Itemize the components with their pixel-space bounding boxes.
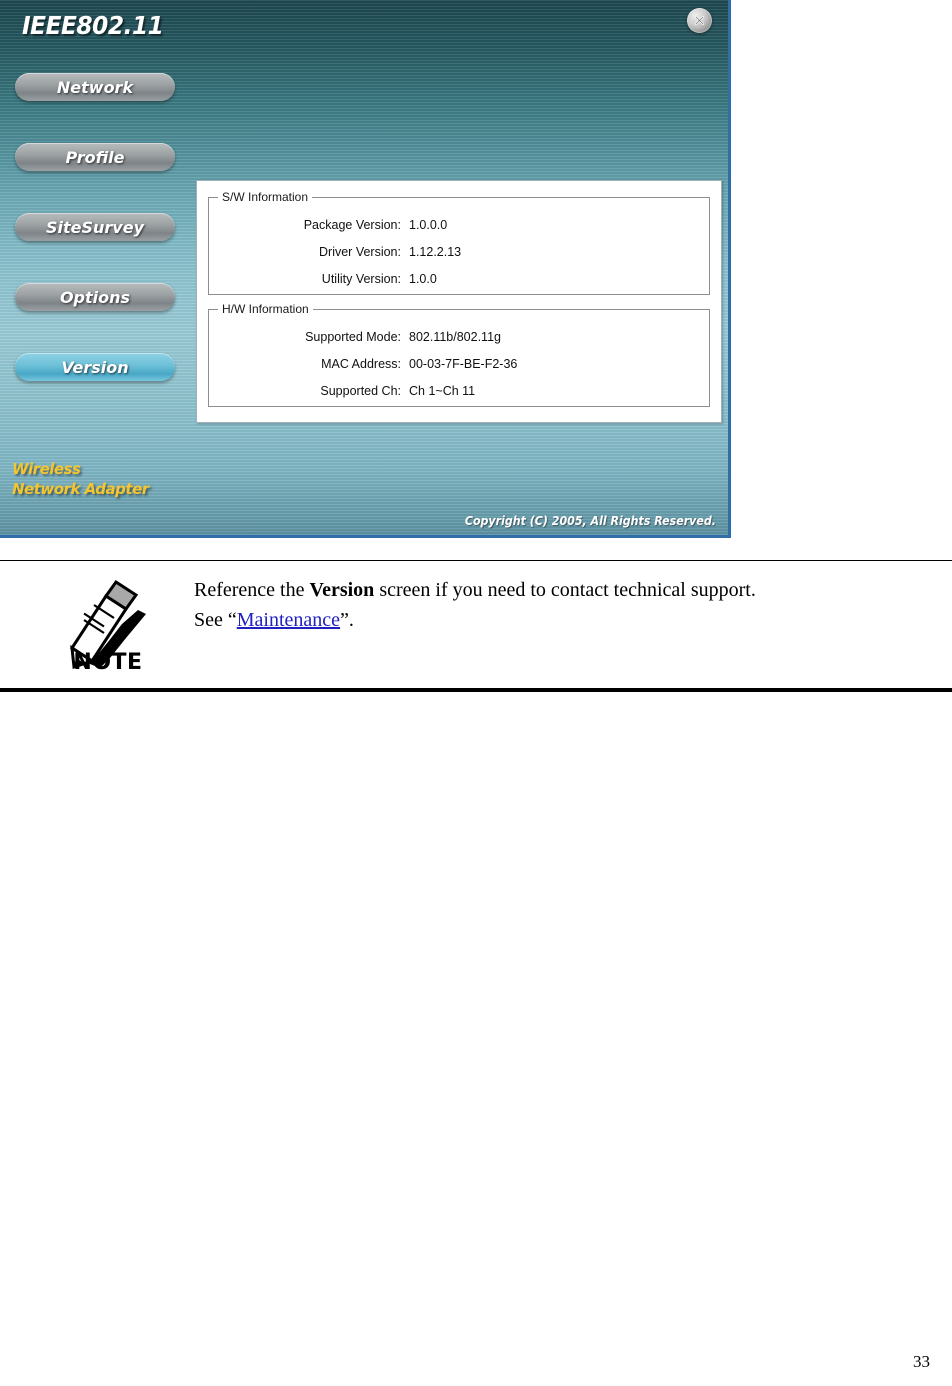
sw-row-package-version: Package Version: 1.0.0.0 [209,212,709,238]
sidebar-item-version-label: Version [61,357,129,377]
supported-ch-value: Ch 1~Ch 11 [409,384,476,398]
package-version-label: Package Version: [303,218,401,232]
note-line-2: See “Maintenance”. [194,605,894,635]
package-version-value: 1.0.0.0 [409,218,448,232]
note-divider-bottom [0,688,952,692]
supported-mode-value: 802.11b/802.11g [409,330,501,344]
page-number: 33 [913,1352,930,1371]
sw-row-driver-version: Driver Version: 1.12.2.13 [209,239,709,265]
note-line1-prefix: Reference the [194,579,310,601]
hw-row-mac-address: MAC Address: 00-03-7F-BE-F2-36 [209,351,709,377]
sidebar-item-network[interactable]: Network [15,73,175,101]
sidebar-item-options[interactable]: Options [15,283,175,311]
sidebar-item-profile-label: Profile [65,147,125,167]
note-line1-suffix: screen if you need to contact technical … [374,579,756,601]
driver-version-value: 1.12.2.13 [409,245,462,259]
note-text: Reference the Version screen if you need… [194,575,894,635]
hw-row-supported-mode: Supported Mode: 802.11b/802.11g [209,324,709,350]
maintenance-link[interactable]: Maintenance [237,609,340,631]
sw-information-legend: S/W Information [218,190,313,204]
note-divider-top [0,560,952,561]
brand-tagline: Wireless Network Adapter [12,459,192,499]
sw-information-group: S/W Information Package Version: 1.0.0.0… [208,190,710,295]
note-line-1: Reference the Version screen if you need… [194,575,894,605]
note-line1-bold: Version [309,579,375,601]
driver-version-label: Driver Version: [319,245,401,259]
sidebar-item-profile[interactable]: Profile [15,143,175,171]
sidebar-item-options-label: Options [59,287,131,307]
brand-logo: IEEE802.11 [22,11,164,40]
supported-mode-label: Supported Mode: [305,330,401,344]
close-icon [694,15,705,26]
note-icon-label: NOTE [73,650,143,675]
supported-ch-label: Supported Ch: [320,384,401,398]
information-panel: S/W Information Package Version: 1.0.0.0… [196,180,722,423]
mac-address-label: MAC Address: [321,357,401,371]
mac-address-value: 00-03-7F-BE-F2-36 [409,357,518,371]
note-line2-suffix: ”. [340,609,354,631]
brand-tagline-line2: Network Adapter [12,480,149,498]
hw-information-legend: H/W Information [218,302,313,316]
hw-information-group: H/W Information Supported Mode: 802.11b/… [208,302,710,407]
hw-row-supported-ch: Supported Ch: Ch 1~Ch 11 [209,378,709,404]
utility-version-value: 1.0.0 [409,272,437,286]
close-button[interactable] [687,8,712,33]
sidebar-item-sitesurvey[interactable]: SiteSurvey [15,213,175,241]
sidebar-item-network-label: Network [56,77,134,97]
brand-tagline-line1: Wireless [12,460,81,478]
utility-version-label: Utility Version: [321,272,401,286]
sw-row-utility-version: Utility Version: 1.0.0 [209,266,709,292]
wireless-utility-window: IEEE802.11 Network Profile SiteSurvey Op… [0,0,731,538]
copyright-text: Copyright (C) 2005, All Rights Reserved. [464,514,716,528]
sidebar-item-version[interactable]: Version [15,353,175,381]
note-line2-prefix: See “ [194,609,237,631]
sidebar-item-sitesurvey-label: SiteSurvey [45,217,145,237]
